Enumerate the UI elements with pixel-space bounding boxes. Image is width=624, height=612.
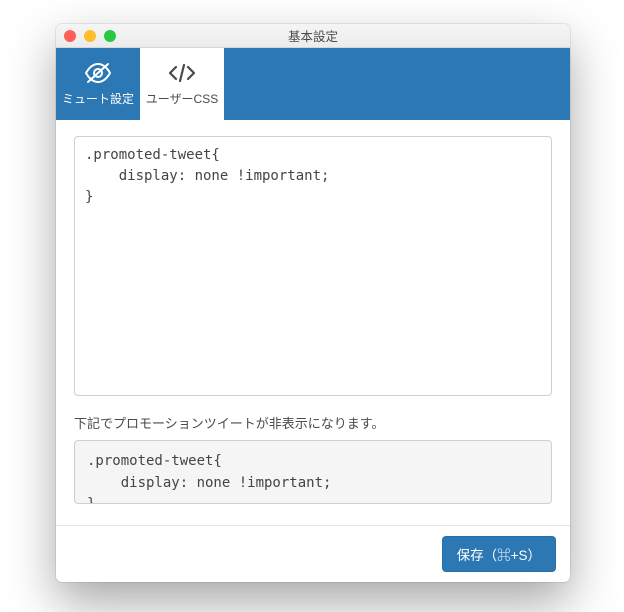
help-text: 下記でプロモーションツイートが非表示になります。 xyxy=(74,413,552,432)
tab-label: ユーザーCSS xyxy=(146,90,218,107)
footer: 保存（⌘+S） xyxy=(56,525,570,582)
tab-mute-settings[interactable]: ミュート設定 xyxy=(56,48,140,120)
tab-label: ミュート設定 xyxy=(62,90,134,107)
minimize-icon[interactable] xyxy=(84,30,96,42)
maximize-icon[interactable] xyxy=(104,30,116,42)
code-icon xyxy=(167,62,197,84)
window-title: 基本設定 xyxy=(56,26,570,45)
content: 下記でプロモーションツイートが非表示になります。 .promoted-tweet… xyxy=(56,120,570,516)
save-button[interactable]: 保存（⌘+S） xyxy=(442,536,556,572)
window-controls xyxy=(64,30,116,42)
titlebar: 基本設定 xyxy=(56,24,570,48)
tab-bar: ミュート設定 ユーザーCSS xyxy=(56,48,570,120)
tab-user-css[interactable]: ユーザーCSS xyxy=(140,48,224,120)
user-css-input[interactable] xyxy=(74,136,552,396)
css-example: .promoted-tweet{ display: none !importan… xyxy=(74,440,552,504)
content-scroll[interactable]: 下記でプロモーションツイートが非表示になります。 .promoted-tweet… xyxy=(56,120,570,525)
eye-slash-icon xyxy=(84,62,112,84)
close-icon[interactable] xyxy=(64,30,76,42)
settings-window: 基本設定 ミュート設定 xyxy=(56,24,570,582)
